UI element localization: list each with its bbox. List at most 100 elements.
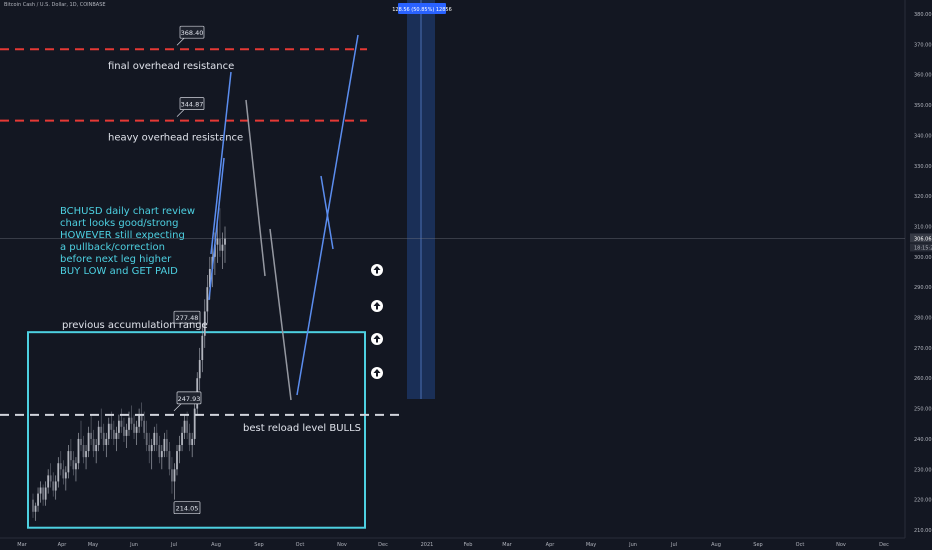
x-tick-label: 2021 xyxy=(421,542,434,548)
candle-body xyxy=(115,432,118,439)
note-line-5: BUY LOW and GET PAID xyxy=(60,266,178,277)
candle-body xyxy=(183,420,186,433)
candle-body xyxy=(57,463,60,482)
candle-body xyxy=(112,429,115,439)
candle-body xyxy=(191,438,194,446)
x-tick-label: Dec xyxy=(879,542,889,548)
x-tick-label: Apr xyxy=(58,542,68,548)
projection-down-0[interactable] xyxy=(245,99,266,277)
y-tick-label: 280.00 xyxy=(914,316,932,322)
y-tick-label: 380.00 xyxy=(914,12,932,18)
y-tick-label: 290.00 xyxy=(914,285,932,291)
x-tick-label: May xyxy=(88,542,98,548)
candle-body xyxy=(143,420,146,433)
candle-body xyxy=(130,417,133,424)
y-tick-label: 210.00 xyxy=(914,528,932,534)
projection-up-3[interactable] xyxy=(320,175,334,250)
candle-body xyxy=(102,432,105,446)
candle-body xyxy=(224,238,226,245)
candle-body xyxy=(178,445,181,452)
candle-body xyxy=(201,335,204,361)
x-tick-label: Dec xyxy=(378,542,388,548)
x-tick-label: Mar xyxy=(17,542,27,548)
candle-body xyxy=(198,360,201,379)
x-tick-label: Nov xyxy=(337,542,347,548)
candle-body xyxy=(49,475,52,482)
x-tick-label: Jun xyxy=(628,542,637,548)
candle-body xyxy=(165,438,168,452)
x-tick-label: Aug xyxy=(711,542,721,548)
projection-up-1[interactable] xyxy=(208,157,225,301)
candle-body xyxy=(173,469,176,482)
x-tick-label: Oct xyxy=(296,542,305,548)
candle-body xyxy=(128,417,130,430)
y-tick-label: 320.00 xyxy=(914,194,932,200)
x-tick-label: Sep xyxy=(254,542,263,548)
y-tick-label: 270.00 xyxy=(914,346,932,352)
x-tick-label: Jun xyxy=(129,542,138,548)
candle-body xyxy=(39,487,42,494)
candle-body xyxy=(64,472,67,479)
y-tick-label: 220.00 xyxy=(914,498,932,504)
candle-body xyxy=(100,426,103,433)
note-line-1: chart looks good/strong xyxy=(60,218,179,229)
candle-body xyxy=(186,420,189,433)
x-tick-label: Apr xyxy=(546,542,556,548)
level-price-label-1: 344.87 xyxy=(181,101,204,109)
y-tick-label: 240.00 xyxy=(914,437,932,443)
candle-body xyxy=(216,238,219,245)
candle-body xyxy=(37,493,39,506)
level-price-label-2: 247.93 xyxy=(178,395,201,403)
y-tick-label: 250.00 xyxy=(914,407,932,413)
candle-body xyxy=(92,438,95,452)
candle-body xyxy=(77,438,80,464)
x-tick-label: Mar xyxy=(502,542,512,548)
candle-body xyxy=(52,481,55,491)
y-tick-label: 260.00 xyxy=(914,376,932,382)
y-tick-label: 230.00 xyxy=(914,467,932,473)
x-tick-label: Sep xyxy=(753,542,762,548)
candle-body xyxy=(32,499,34,512)
level-note-2: best reload level BULLS xyxy=(243,423,361,434)
candle-body xyxy=(206,287,209,312)
candle-body xyxy=(97,426,100,446)
candle-body xyxy=(47,475,50,488)
price-chart[interactable]: 128.56 (50.85%) 12856 368.40 final overhea… xyxy=(0,0,932,550)
candle-body xyxy=(85,451,87,458)
level-pointer-2 xyxy=(173,403,182,412)
candle-body xyxy=(168,451,171,470)
candle-body xyxy=(62,469,65,479)
candle-body xyxy=(44,487,47,500)
candle-body xyxy=(42,487,45,500)
candle-body xyxy=(135,426,138,433)
projection-up-0[interactable] xyxy=(210,71,232,255)
candle-body xyxy=(54,481,57,491)
candle-body xyxy=(138,414,141,427)
candle-body xyxy=(67,451,70,473)
candle-body xyxy=(176,451,178,470)
x-tick-label: Jul xyxy=(170,542,177,548)
candle-body xyxy=(69,451,72,461)
y-tick-label: 370.00 xyxy=(914,42,932,48)
y-tick-label: 310.00 xyxy=(914,224,932,230)
note-line-0: BCHUSD daily chart review xyxy=(60,206,195,217)
candle-body xyxy=(90,432,93,439)
y-tick-label: 350.00 xyxy=(914,103,932,109)
candle-body xyxy=(153,432,156,446)
candle-body xyxy=(82,445,85,458)
current-price-label: 306.06 xyxy=(914,236,932,242)
candle-body xyxy=(148,445,151,452)
x-tick-label: Aug xyxy=(211,542,221,548)
candle-body xyxy=(120,420,123,427)
candle-body xyxy=(117,420,120,433)
candle-body xyxy=(87,432,90,452)
note-line-3: a pullback/correction xyxy=(60,242,165,253)
candle-body xyxy=(163,438,166,452)
candle-body xyxy=(107,423,110,439)
projection-down-1[interactable] xyxy=(269,228,292,401)
box-note: previous accumulation range xyxy=(62,320,208,331)
countdown-label: 18:15:21 xyxy=(914,245,932,251)
x-tick-label: May xyxy=(586,542,596,548)
candle-body xyxy=(181,432,183,446)
level-note-0: final overhead resistance xyxy=(108,61,234,72)
